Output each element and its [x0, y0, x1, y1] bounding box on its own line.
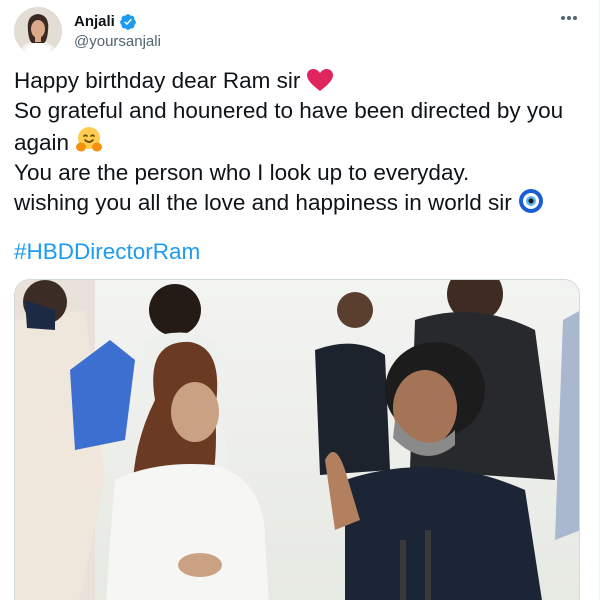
more-options-icon[interactable] [557, 8, 581, 28]
name-row: Anjali [74, 13, 161, 31]
tweet-line-4: You are the person who I look up to ever… [14, 160, 470, 185]
tweet-line-3-text: again [14, 130, 70, 155]
tweet-line-2: So grateful and hounered to have been di… [14, 98, 564, 123]
hugging-face-icon [76, 127, 103, 152]
tweet-photo[interactable] [14, 279, 580, 600]
tweet-card: Anjali @yoursanjali Happy birthday dear … [0, 0, 600, 600]
tweet-line-1-text: Happy birthday dear Ram sir [14, 68, 301, 93]
tweet-line-5-text: wishing you all the love and happiness i… [14, 190, 512, 215]
nazar-amulet-icon [518, 189, 543, 213]
avatar[interactable] [14, 7, 62, 55]
tweet-line-5: wishing you all the love and happiness i… [14, 188, 594, 218]
user-info: Anjali @yoursanjali [74, 13, 161, 50]
display-name[interactable]: Anjali [74, 13, 115, 30]
verified-badge-icon [119, 13, 136, 30]
hashtag-link[interactable]: #HBDDirectorRam [14, 239, 200, 264]
tweet-header: Anjali @yoursanjali [14, 6, 161, 56]
tweet-text: Happy birthday dear Ram sir So grateful … [14, 66, 594, 218]
hashtag-line: #HBDDirectorRam [14, 237, 200, 267]
red-heart-icon [307, 69, 334, 91]
tweet-line-3: again [14, 126, 594, 158]
tweet-line-1: Happy birthday dear Ram sir [14, 66, 594, 96]
user-handle[interactable]: @yoursanjali [74, 33, 161, 50]
